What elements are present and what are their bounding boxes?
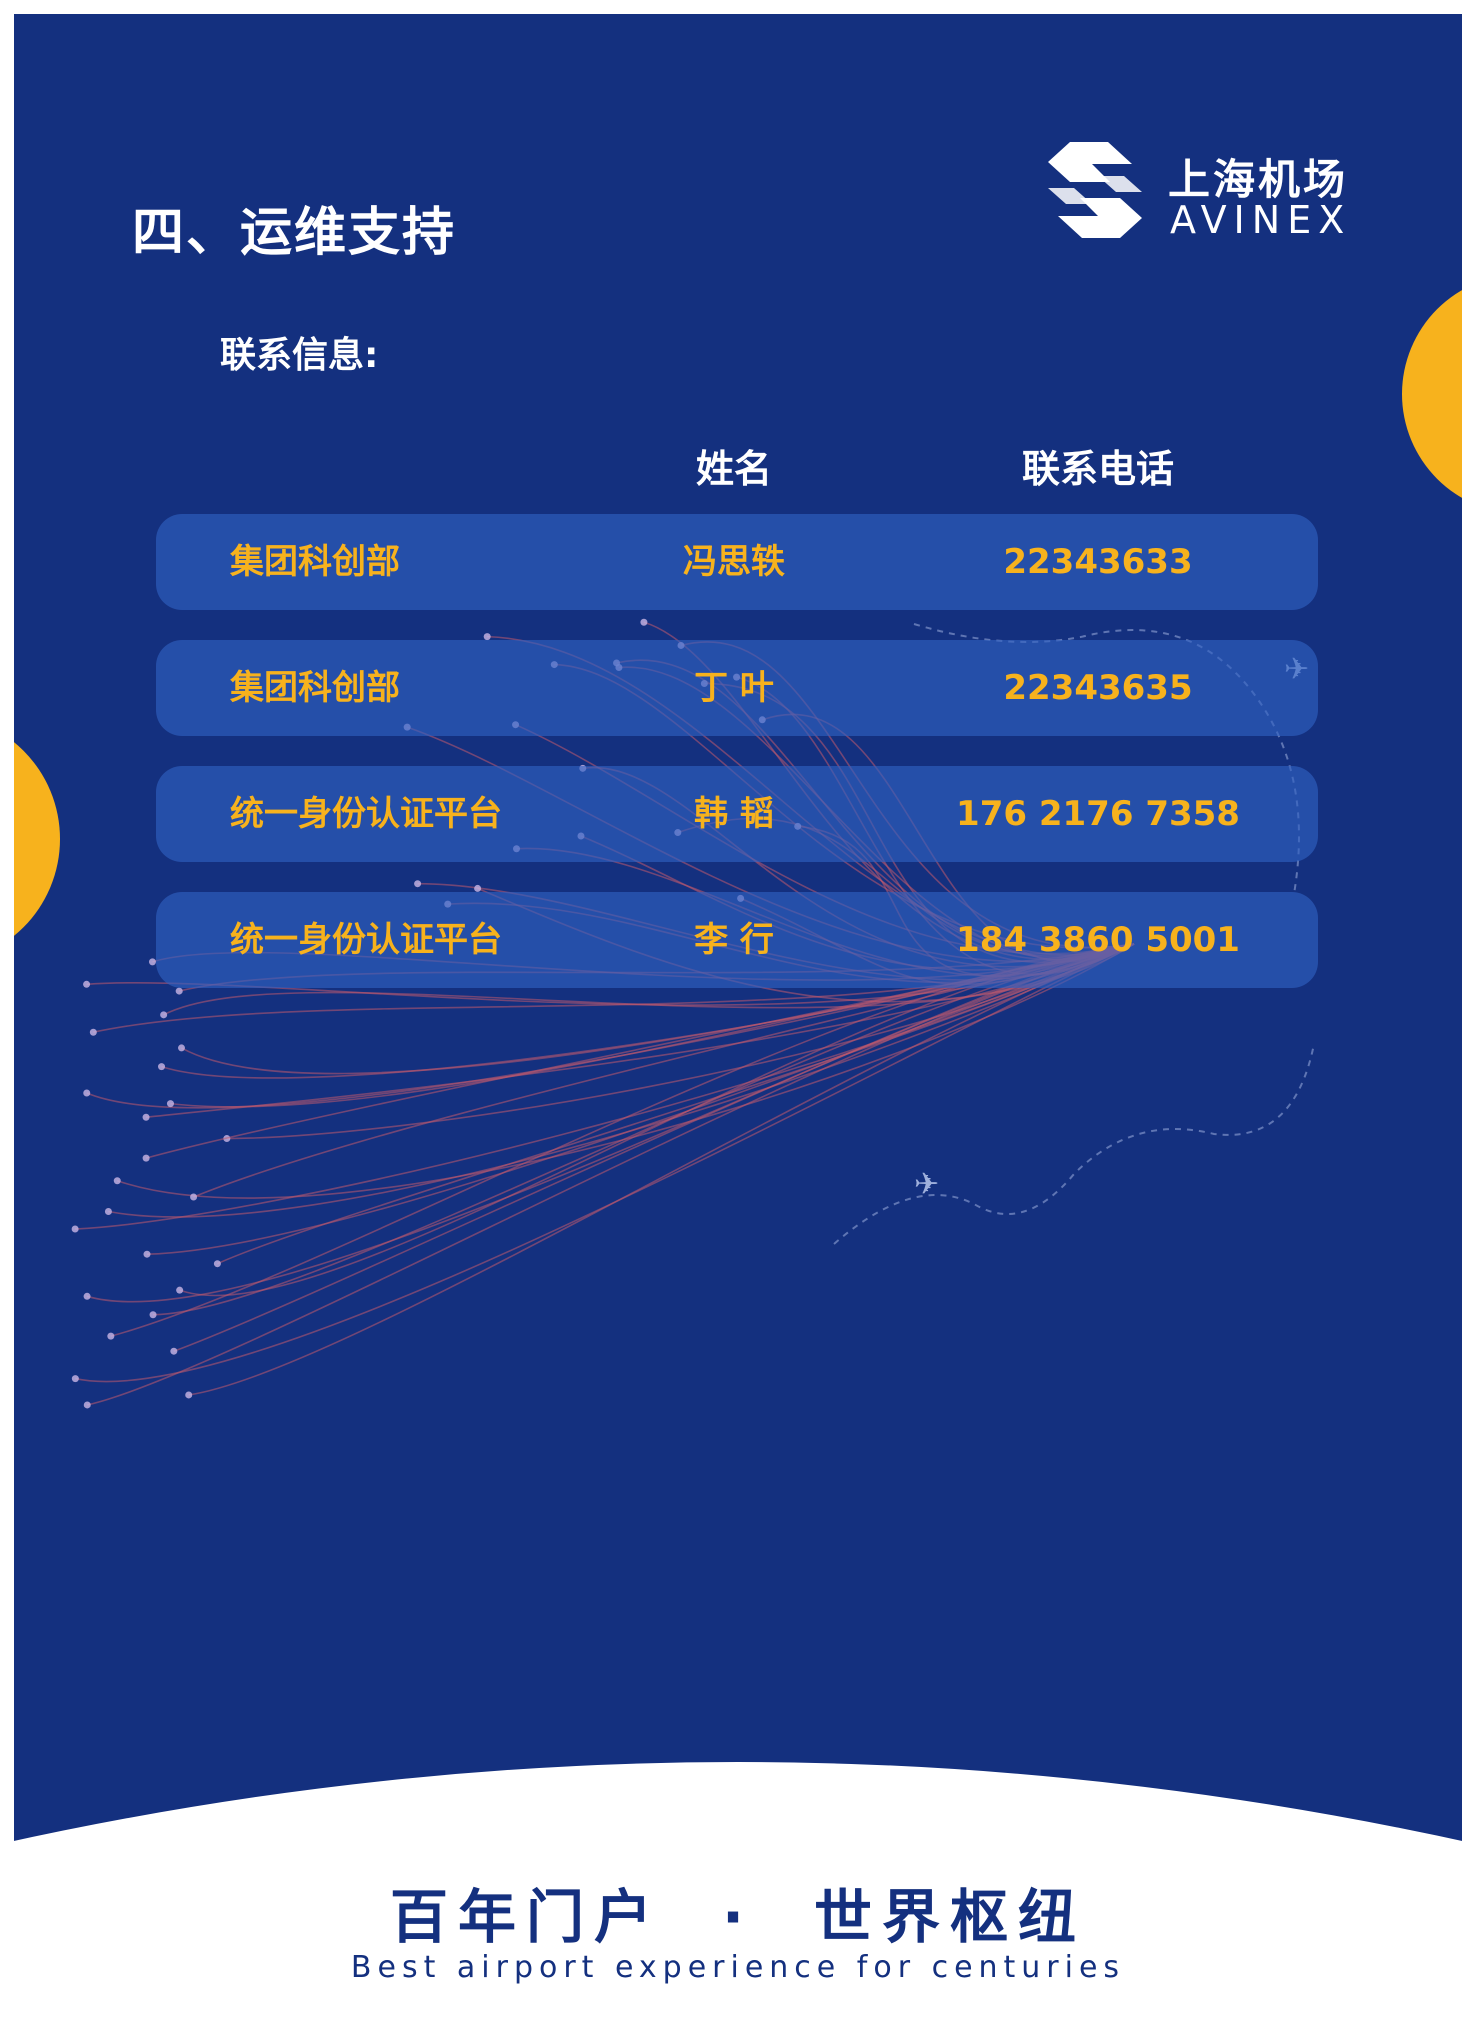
- flow-line-dot: [142, 1113, 150, 1121]
- flow-line-dot: [190, 1193, 198, 1201]
- flow-line-dot: [166, 1100, 174, 1108]
- logo-english-text: AVINEX: [1170, 198, 1352, 242]
- page: ✈✈ 四、运维支持 上海机场 AVINEX 联系信息: 姓名 联系电话 集团科创…: [0, 0, 1476, 2024]
- contact-table: 集团科创部 冯思轶 22343633 集团科创部 丁 叶 22343635 统一…: [156, 514, 1318, 1018]
- cell-phone: 184 3860 5001: [956, 920, 1240, 960]
- logo: 上海机场 AVINEX: [1040, 130, 1370, 250]
- table-header: 姓名 联系电话: [156, 438, 1318, 498]
- section-label: 联系信息:: [220, 335, 379, 376]
- cell-phone: 22343633: [1003, 542, 1193, 582]
- slogan-dot: ·: [721, 1883, 755, 1951]
- header-name: 姓名: [695, 447, 773, 491]
- flow-line-dot: [83, 1401, 91, 1409]
- cell-department: 集团科创部: [230, 542, 400, 582]
- flow-line-dot: [148, 958, 156, 966]
- flow-line-dot: [170, 1347, 178, 1355]
- flow-line-dot: [71, 1375, 79, 1383]
- flow-line-dot: [185, 1391, 193, 1399]
- airplane-icon: ✈: [914, 1167, 939, 1202]
- table-row: 集团科创部 丁 叶 22343635: [156, 640, 1318, 736]
- footer-slogan: 百年门户 · 世界枢纽: [0, 1870, 1476, 1954]
- cell-phone: 22343635: [1003, 668, 1193, 708]
- flow-line-dot: [104, 1208, 112, 1216]
- flow-line-dot: [113, 1177, 121, 1185]
- flow-line-dot: [83, 1292, 91, 1300]
- flow-line-dot: [149, 1311, 157, 1319]
- slogan-left: 百年门户: [389, 1883, 662, 1951]
- flow-line-dot: [213, 1260, 221, 1268]
- cell-name: 韩 韬: [694, 794, 774, 834]
- avinex-logo-mark-icon: [1048, 142, 1142, 238]
- flow-line-dot: [142, 1154, 150, 1162]
- flow-line-dot: [143, 1250, 151, 1258]
- flow-line-dot: [177, 1044, 185, 1052]
- flow-line-dot: [107, 1332, 115, 1340]
- cell-name: 丁 叶: [694, 668, 774, 708]
- flight-path-line: [833, 1043, 1315, 1245]
- slogan-right: 世界枢纽: [814, 1883, 1087, 1951]
- cell-department: 统一身份认证平台: [230, 794, 502, 834]
- cell-name: 李 行: [694, 920, 774, 960]
- flow-line-dot: [158, 1063, 166, 1071]
- flow-line-dot: [176, 1286, 184, 1294]
- cell-phone: 176 2176 7358: [956, 794, 1240, 834]
- flow-line-dot: [83, 980, 91, 988]
- header-phone: 联系电话: [1021, 447, 1175, 491]
- cell-department: 统一身份认证平台: [230, 920, 502, 960]
- blue-background-panel: ✈✈ 四、运维支持 上海机场 AVINEX 联系信息: 姓名 联系电话 集团科创…: [14, 14, 1462, 2024]
- table-row: 统一身份认证平台 韩 韬 176 2176 7358: [156, 766, 1318, 862]
- flow-line-dot: [71, 1225, 79, 1233]
- decorative-flow-lines: ✈✈: [71, 618, 1315, 1409]
- footer-tagline: Best airport experience for centuries: [350, 1950, 1126, 1985]
- page-title: 四、运维支持: [132, 203, 457, 263]
- cell-name: 冯思轶: [683, 542, 785, 582]
- table-row: 集团科创部 冯思轶 22343633: [156, 514, 1318, 610]
- table-row: 统一身份认证平台 李 行 184 3860 5001: [156, 892, 1318, 988]
- cell-department: 集团科创部: [230, 668, 400, 708]
- flow-line-dot: [83, 1089, 91, 1097]
- flow-line-dot: [89, 1028, 97, 1036]
